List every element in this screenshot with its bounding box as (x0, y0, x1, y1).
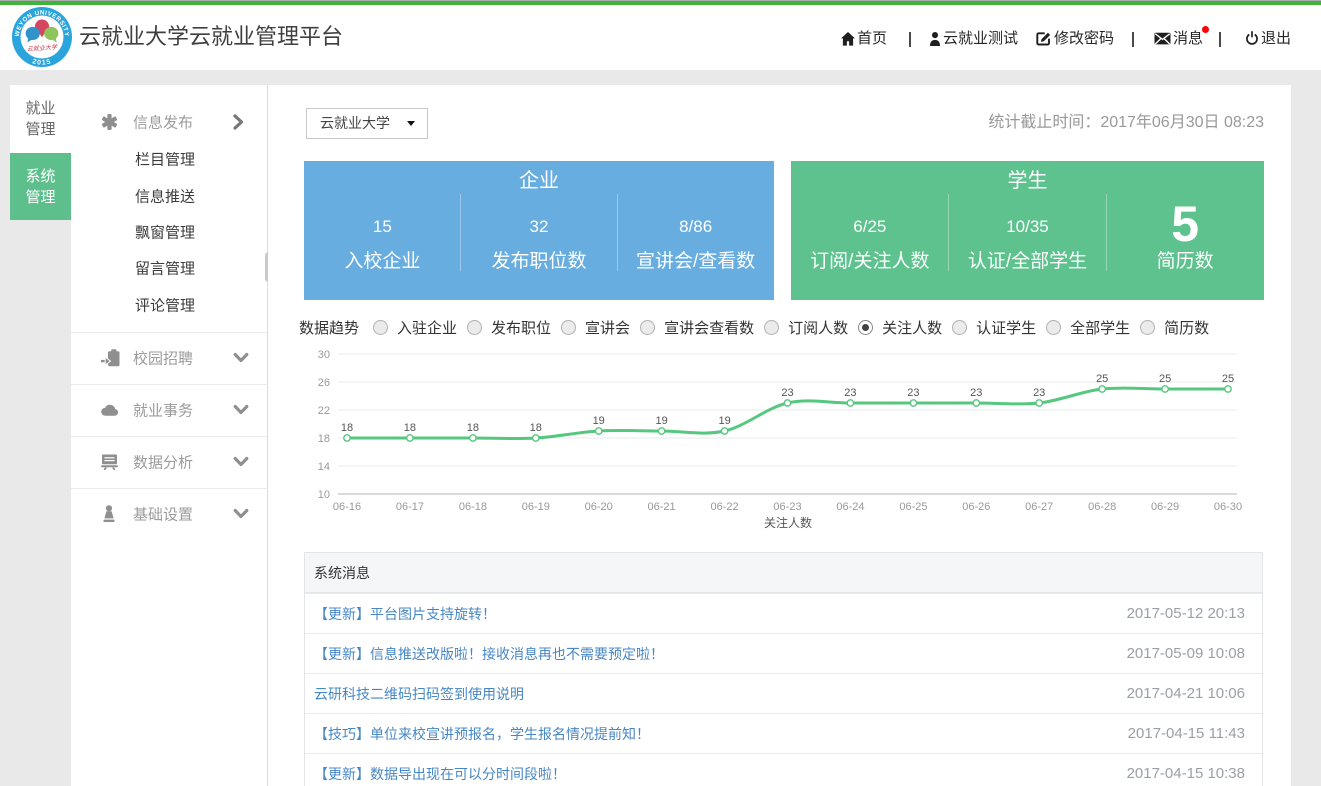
svg-text:06-21: 06-21 (648, 501, 676, 513)
svg-text:23: 23 (844, 387, 856, 399)
svg-text:14: 14 (318, 461, 330, 473)
svg-text:06-20: 06-20 (585, 501, 613, 513)
svg-text:06-16: 06-16 (333, 501, 361, 513)
svg-text:23: 23 (970, 387, 982, 399)
svg-text:25: 25 (1222, 373, 1234, 385)
svg-text:25: 25 (1159, 373, 1171, 385)
svg-text:06-25: 06-25 (899, 501, 927, 513)
svg-text:19: 19 (718, 415, 730, 427)
svg-text:23: 23 (781, 387, 793, 399)
svg-text:18: 18 (318, 433, 330, 445)
svg-text:06-29: 06-29 (1151, 501, 1179, 513)
svg-text:06-23: 06-23 (773, 501, 801, 513)
svg-text:06-24: 06-24 (836, 501, 864, 513)
svg-text:25: 25 (1096, 373, 1108, 385)
svg-text:关注人数: 关注人数 (764, 515, 812, 530)
svg-text:10: 10 (318, 489, 330, 501)
svg-text:23: 23 (1033, 387, 1045, 399)
svg-text:18: 18 (404, 422, 416, 434)
svg-text:23: 23 (907, 387, 919, 399)
svg-text:19: 19 (593, 415, 605, 427)
svg-text:18: 18 (467, 422, 479, 434)
svg-text:06-26: 06-26 (962, 501, 990, 513)
svg-text:06-27: 06-27 (1025, 501, 1053, 513)
svg-text:26: 26 (318, 377, 330, 389)
svg-text:18: 18 (341, 422, 353, 434)
svg-text:18: 18 (530, 422, 542, 434)
svg-text:06-19: 06-19 (522, 501, 550, 513)
svg-text:06-18: 06-18 (459, 501, 487, 513)
svg-text:06-17: 06-17 (396, 501, 424, 513)
svg-text:06-22: 06-22 (711, 501, 739, 513)
svg-text:06-28: 06-28 (1088, 501, 1116, 513)
svg-text:22: 22 (318, 405, 330, 417)
svg-text:19: 19 (655, 415, 667, 427)
svg-text:30: 30 (318, 349, 330, 361)
svg-text:06-30: 06-30 (1214, 501, 1242, 513)
